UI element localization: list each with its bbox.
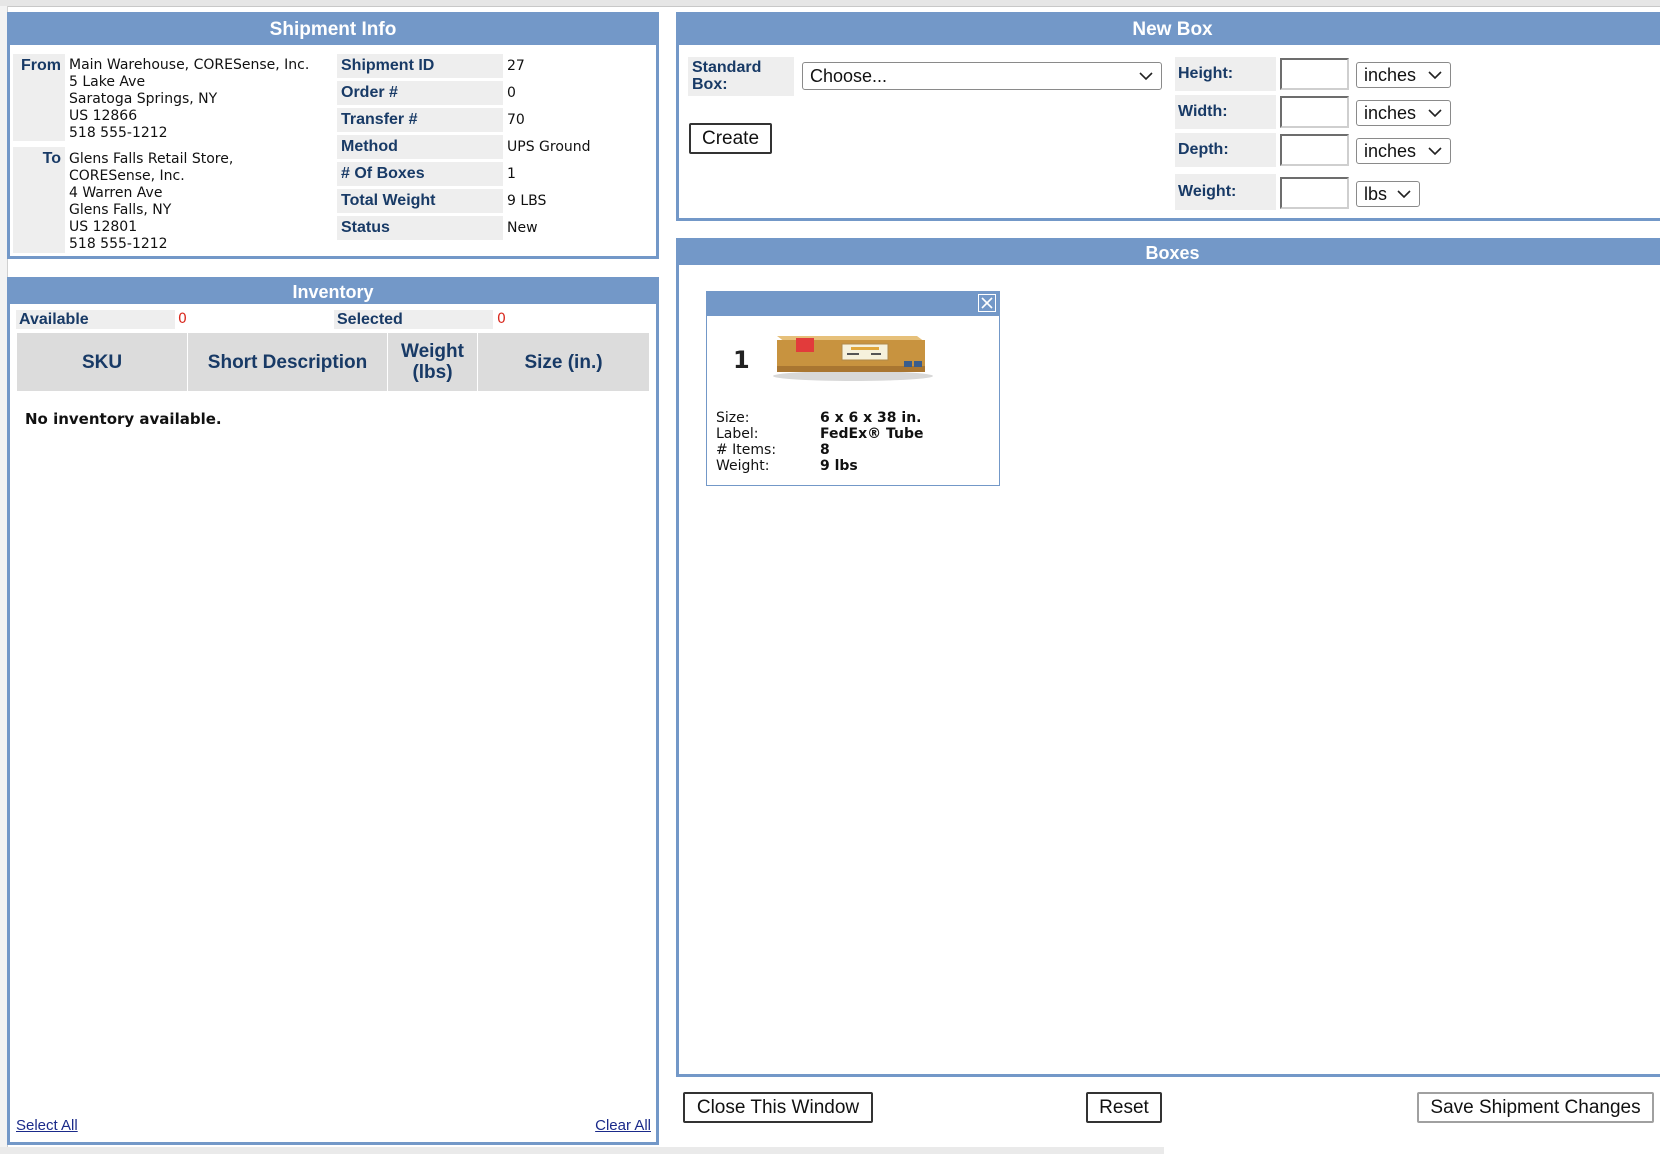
order-number-label: Order # <box>337 81 503 105</box>
weight-label: Weight: <box>1175 174 1276 210</box>
boxes-title: Boxes <box>679 241 1660 265</box>
depth-input[interactable] <box>1280 134 1349 166</box>
num-boxes-label: # Of Boxes <box>337 162 503 186</box>
box-weight-label: Weight: <box>716 458 770 474</box>
box-details: Size: 6 x 6 x 38 in. Label: FedEx® Tube # … <box>716 410 923 474</box>
from-label: From <box>13 54 65 141</box>
from-address: Main Warehouse, CORESense, Inc. 5 Lake A… <box>69 57 329 142</box>
box-size-value: 6 x 6 x 38 in. <box>820 410 922 426</box>
chevron-down-icon <box>1139 72 1153 81</box>
box-label-value: FedEx® Tube <box>820 426 924 442</box>
column-header-size[interactable]: Size (in.) <box>478 333 649 391</box>
chevron-down-icon <box>1428 109 1442 118</box>
selected-label: Selected <box>334 310 493 329</box>
column-header-short-description[interactable]: Short Description <box>188 333 388 391</box>
column-header-sku[interactable]: SKU <box>17 333 188 391</box>
to-address-line: US 12801 <box>69 219 138 235</box>
to-label: To <box>13 147 65 253</box>
to-address: Glens Falls Retail Store, CORESense, Inc… <box>69 151 329 253</box>
window-top-edge <box>0 0 1660 7</box>
chevron-down-icon <box>1428 71 1442 80</box>
box-number: 1 <box>733 346 750 374</box>
available-label: Available <box>16 310 175 329</box>
box-items-label: # Items: <box>716 442 777 458</box>
height-input[interactable] <box>1280 58 1349 90</box>
save-shipment-changes-button[interactable]: Save Shipment Changes <box>1417 1092 1654 1123</box>
depth-unit-value: inches <box>1364 141 1417 161</box>
close-icon[interactable] <box>978 294 996 312</box>
from-address-line: 5 Lake Ave <box>69 74 146 90</box>
available-count: 0 <box>178 311 187 327</box>
inventory-panel: Inventory Available 0 Selected 0 SKU Sho… <box>7 277 659 1145</box>
to-address-line: Glens Falls Retail Store, <box>69 151 234 167</box>
depth-unit-select[interactable]: inches <box>1356 138 1451 164</box>
shipment-id-label: Shipment ID <box>337 54 503 78</box>
shipment-info-title: Shipment Info <box>10 15 656 45</box>
weight-input[interactable] <box>1280 177 1349 209</box>
column-header-weight[interactable]: Weight (lbs) <box>388 333 478 391</box>
total-weight-value: 9 LBS <box>507 193 547 209</box>
to-address-line: 518 555-1212 <box>69 236 168 252</box>
reset-button[interactable]: Reset <box>1086 1092 1162 1123</box>
height-label: Height: <box>1175 57 1276 91</box>
shipment-info-panel: Shipment Info From Main Warehouse, CORES… <box>7 12 659 259</box>
inventory-title: Inventory <box>10 280 656 304</box>
to-address-line: Glens Falls, NY <box>69 202 172 218</box>
close-window-button[interactable]: Close This Window <box>683 1092 873 1123</box>
status-label: Status <box>337 216 503 240</box>
standard-box-label: Standard Box: <box>688 57 794 96</box>
chevron-down-icon <box>1397 190 1411 199</box>
height-unit-select[interactable]: inches <box>1356 62 1451 88</box>
create-button[interactable]: Create <box>689 123 772 154</box>
shipment-id-value: 27 <box>507 58 525 74</box>
from-address-line: Main Warehouse, CORESense, Inc. <box>69 57 310 73</box>
package-icon <box>773 336 933 381</box>
new-box-panel: New Box Standard Box: Choose... Create H… <box>676 12 1660 221</box>
box-card[interactable]: 1 Size: 6 x 6 x 38 in. Label: FedEx® Tube … <box>706 291 1000 486</box>
from-address-line: US 12866 <box>69 108 138 124</box>
box-items-value: 8 <box>820 442 830 458</box>
from-address-line: 518 555-1212 <box>69 125 168 141</box>
method-value: UPS Ground <box>507 139 591 155</box>
depth-label: Depth: <box>1175 133 1276 167</box>
boxes-panel: Boxes 1 Size: 6 x 6 x 38 in. Label: FedEx®… <box>676 238 1660 1077</box>
inventory-table-header: SKU Short Description Weight (lbs) Size … <box>17 333 649 391</box>
width-unit-value: inches <box>1364 103 1417 123</box>
box-card-header <box>707 292 999 316</box>
new-box-title: New Box <box>679 15 1660 45</box>
window-bottom-shadow <box>0 1147 1164 1154</box>
to-address-line: 4 Warren Ave <box>69 185 163 201</box>
num-boxes-value: 1 <box>507 166 516 182</box>
transfer-number-label: Transfer # <box>337 108 503 132</box>
width-unit-select[interactable]: inches <box>1356 100 1451 126</box>
from-address-line: Saratoga Springs, NY <box>69 91 218 107</box>
weight-unit-select[interactable]: lbs <box>1356 181 1420 207</box>
order-number-value: 0 <box>507 85 516 101</box>
chevron-down-icon <box>1428 147 1442 156</box>
total-weight-label: Total Weight <box>337 189 503 213</box>
height-unit-value: inches <box>1364 65 1417 85</box>
weight-unit-value: lbs <box>1364 184 1388 204</box>
inventory-empty-message: No inventory available. <box>25 410 222 428</box>
select-all-link[interactable]: Select All <box>16 1117 78 1134</box>
width-input[interactable] <box>1280 96 1349 128</box>
method-label: Method <box>337 135 503 159</box>
box-size-label: Size: <box>716 410 750 426</box>
box-weight-value: 9 lbs <box>820 458 858 474</box>
width-label: Width: <box>1175 95 1276 129</box>
transfer-number-value: 70 <box>507 112 525 128</box>
to-address-line: CORESense, Inc. <box>69 168 185 184</box>
selected-count: 0 <box>497 311 506 327</box>
standard-box-selected-value: Choose... <box>810 66 888 86</box>
clear-all-link[interactable]: Clear All <box>595 1117 651 1134</box>
status-value: New <box>507 220 538 236</box>
standard-box-select[interactable]: Choose... <box>802 62 1162 90</box>
box-label-label: Label: <box>716 426 759 442</box>
